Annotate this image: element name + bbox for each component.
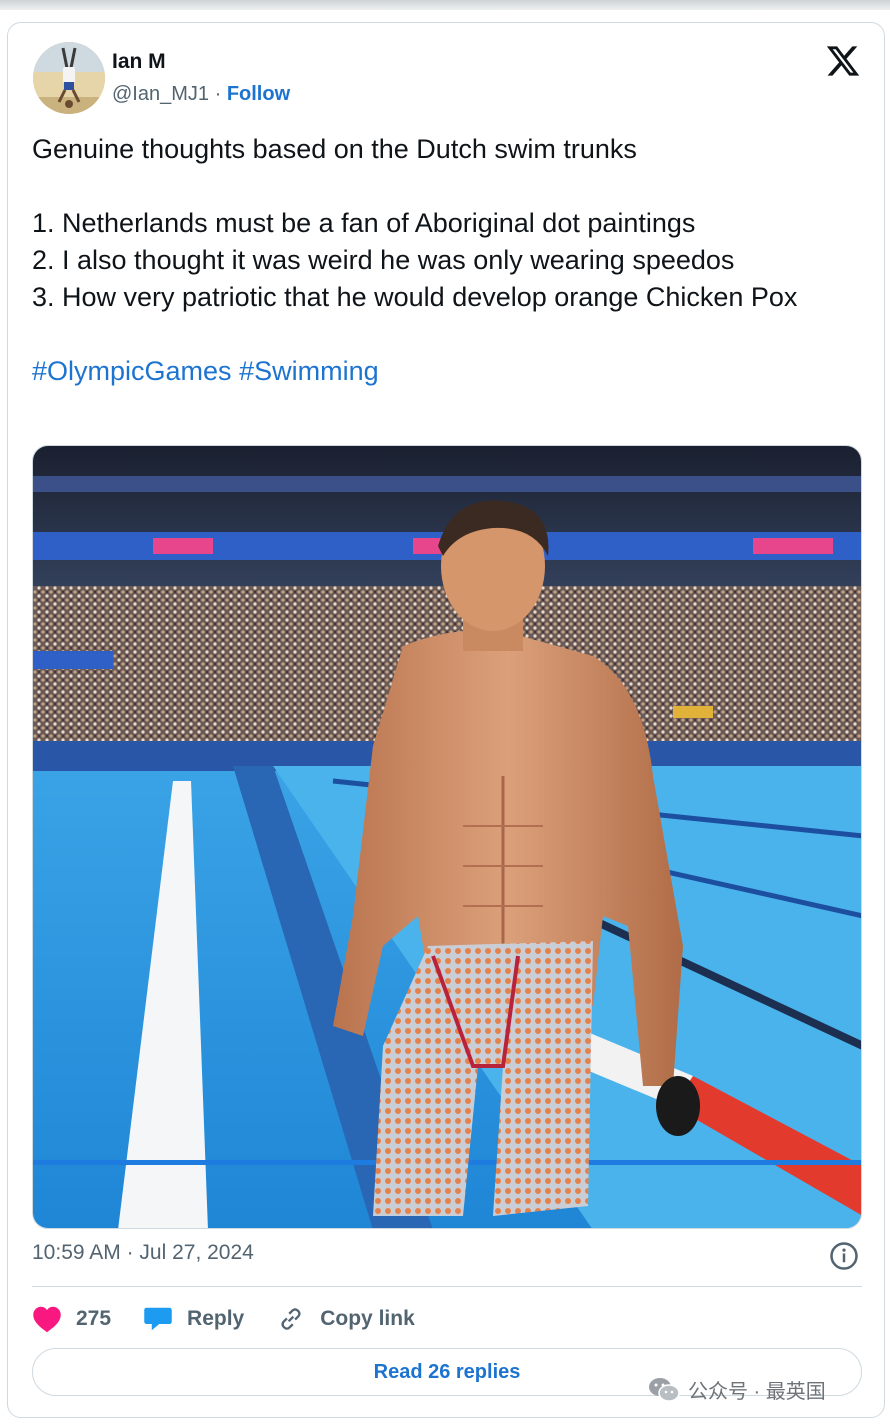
watermark: 公众号 · 最英国 xyxy=(648,1375,826,1404)
tweet-list-item: 3. How very patriotic that he would deve… xyxy=(32,282,798,312)
tweet-time: 10:59 AM xyxy=(32,1241,121,1264)
author-handle-row: @Ian_MJ1 · Follow xyxy=(112,83,290,106)
x-logo-icon[interactable] xyxy=(825,43,861,79)
author-handle[interactable]: @Ian_MJ1 xyxy=(112,83,209,105)
tweet-text: Genuine thoughts based on the Dutch swim… xyxy=(32,131,852,390)
tweet-list-item: 2. I also thought it was weird he was on… xyxy=(32,245,735,275)
tweet-line: Genuine thoughts based on the Dutch swim… xyxy=(32,134,637,164)
link-icon xyxy=(281,1308,301,1330)
hashtags: #OlympicGames #Swimming xyxy=(32,353,852,390)
follow-button[interactable]: Follow xyxy=(227,83,290,105)
tweet-timestamp[interactable]: 10:59 AM · Jul 27, 2024 xyxy=(32,1241,254,1265)
tweet-list-item: 1. Netherlands must be a fan of Aborigin… xyxy=(32,208,696,238)
like-count: 275 xyxy=(76,1307,112,1330)
reply-label: Reply xyxy=(187,1307,245,1330)
info-icon[interactable] xyxy=(829,1241,859,1271)
top-edge xyxy=(0,0,890,10)
like-button[interactable]: 275 xyxy=(32,1305,111,1333)
watermark-text: 公众号 · 最英国 xyxy=(688,1381,826,1403)
copy-link-button[interactable]: Copy link xyxy=(276,1305,415,1333)
tweet-date: Jul 27, 2024 xyxy=(139,1241,254,1264)
wechat-icon xyxy=(649,1377,680,1402)
heart-icon xyxy=(33,1306,61,1333)
author-name[interactable]: Ian M xyxy=(112,50,166,74)
tweet-actions: 275 Reply Copy link xyxy=(32,1303,447,1335)
divider xyxy=(32,1286,862,1287)
hashtag-link[interactable]: #OlympicGames xyxy=(32,356,232,386)
copy-link-label: Copy link xyxy=(320,1307,415,1330)
embedded-tweet-card: Ian M @Ian_MJ1 · Follow Genuine thoughts… xyxy=(7,22,885,1418)
separator-dot: · xyxy=(214,83,222,105)
tweet-photo[interactable] xyxy=(32,445,862,1229)
hashtag-link[interactable]: #Swimming xyxy=(239,356,379,386)
speech-bubble-icon xyxy=(144,1307,172,1331)
separator-dot: · xyxy=(126,1241,134,1264)
avatar[interactable] xyxy=(33,42,105,114)
reply-button[interactable]: Reply xyxy=(143,1305,244,1333)
